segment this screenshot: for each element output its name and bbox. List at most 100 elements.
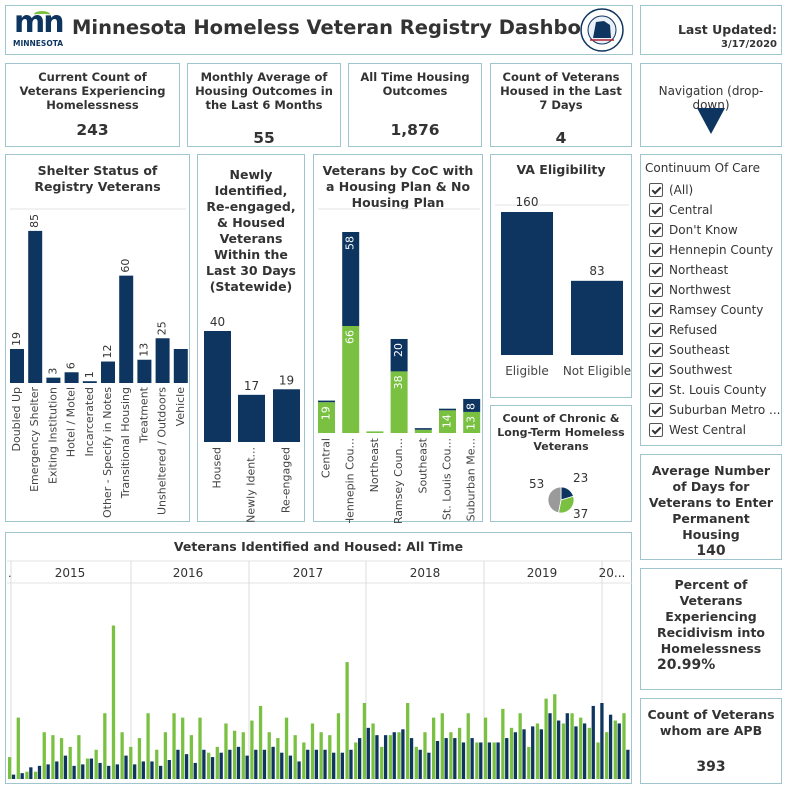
all-time-timeline-chart: . 2015 2016 2017 2018 2019 20...	[7, 560, 632, 779]
checkbox-checked-icon[interactable]	[649, 223, 663, 237]
kpi-title: Current Count of Veterans Experiencing H…	[19, 70, 166, 112]
mdva-seal-icon	[580, 8, 624, 52]
category-label: Ramsey Coun...	[392, 438, 405, 523]
bar-identified	[241, 732, 245, 779]
bar-housed	[539, 729, 543, 779]
kpi-current-count: Current Count of Veterans Experiencing H…	[5, 63, 180, 147]
bar-housed	[184, 754, 189, 779]
bar-identified	[59, 738, 64, 779]
kpi-recidivism-percent: Percent of Veterans Experiencing Recidiv…	[640, 568, 782, 690]
chevron-down-icon[interactable]	[697, 108, 727, 136]
bar-identified	[354, 742, 358, 779]
bar-housed	[409, 738, 414, 779]
checkbox-checked-icon[interactable]	[649, 343, 663, 357]
category-label: Other - Specify in Notes	[101, 387, 114, 518]
checkbox-checked-icon[interactable]	[649, 243, 663, 257]
bar-identified	[111, 625, 116, 779]
filter-title: Continuum Of Care	[645, 161, 760, 175]
bar-housed	[505, 738, 509, 779]
category-label: Suburban Me...	[465, 438, 478, 521]
category-label: Hennepin Cou...	[344, 438, 357, 523]
bar-identified	[492, 742, 496, 779]
bar-identified	[181, 717, 185, 779]
checkbox-checked-icon[interactable]	[649, 363, 663, 377]
bar-housing-plan	[414, 429, 432, 433]
data-label: 14	[441, 414, 454, 428]
data-label: 8	[465, 403, 478, 410]
checkbox-checked-icon[interactable]	[649, 403, 663, 417]
kpi-value: 20.99%	[657, 657, 716, 673]
bar-housed	[531, 726, 535, 779]
logo-wordmark: MINNESOTA	[13, 39, 64, 48]
filter-option-label: Central	[669, 203, 713, 217]
bar-housed	[115, 764, 120, 779]
bar-transitional-housing	[119, 275, 134, 383]
filter-option-label: Northwest	[669, 283, 731, 297]
bar-identified	[207, 752, 211, 779]
bar-housed	[617, 723, 621, 779]
data-label: 19	[10, 332, 23, 346]
kpi-title: Count of Veterans Housed in the Last 7 D…	[500, 70, 622, 112]
category-label: Treatment	[137, 386, 150, 444]
bar-0	[204, 331, 231, 442]
bar-housed	[626, 749, 630, 779]
bar-housed	[435, 741, 440, 779]
kpi-title: Monthly Average of Housing Outcomes in t…	[195, 70, 333, 112]
bar-identified	[414, 746, 418, 779]
pie-label: 37	[573, 507, 588, 521]
navigation-dropdown[interactable]: Navigation (drop-down)	[640, 63, 782, 147]
pie-label: 23	[573, 471, 588, 485]
bar-identified	[431, 717, 436, 779]
checkbox-checked-icon[interactable]	[649, 323, 663, 337]
bar-housed	[202, 749, 206, 779]
year-label: 20...	[599, 566, 626, 580]
bar-housed	[89, 758, 94, 779]
data-label: 160	[516, 195, 539, 209]
data-label: 19	[279, 373, 294, 387]
bar-identified	[215, 746, 219, 779]
bar-identified	[284, 717, 289, 779]
checkbox-checked-icon[interactable]	[649, 383, 663, 397]
checkbox-checked-icon[interactable]	[649, 183, 663, 197]
bar-identified	[16, 717, 20, 779]
bar-identified	[605, 732, 609, 779]
bar-housed	[591, 705, 595, 779]
data-label: 1	[83, 371, 96, 378]
kpi-value: 243	[76, 121, 109, 139]
continuum-of-care-filter: Continuum Of Care (All) Central Don't Know…	[640, 154, 782, 446]
checkbox-checked-icon[interactable]	[649, 423, 663, 437]
bar-housed	[401, 729, 405, 779]
bar-housed	[487, 742, 492, 779]
last-30-days-chart: 40 Housed 17 Newly Ident... 19 Re-engaged	[204, 315, 300, 523]
bar-housed	[314, 749, 319, 779]
checkbox-checked-icon[interactable]	[649, 303, 663, 317]
bar-housed	[280, 752, 284, 779]
bar-housed	[444, 738, 448, 779]
category-label: Housed	[211, 447, 224, 488]
filter-option-label: (All)	[669, 183, 694, 197]
bar-emergency-shelter	[28, 230, 43, 383]
bar-unsheltered-outdoors	[155, 338, 170, 383]
checkbox-checked-icon[interactable]	[649, 203, 663, 217]
bar-housed	[427, 752, 431, 779]
bar-identified	[388, 735, 393, 779]
checkbox-checked-icon[interactable]	[649, 263, 663, 277]
bar-housed	[461, 742, 466, 779]
filter-option-label: Don't Know	[669, 223, 738, 237]
bar-housed	[271, 746, 275, 779]
bar-identified	[527, 746, 531, 779]
bar-identified	[397, 732, 401, 779]
bar-housed	[608, 714, 613, 779]
kpi-all-time-outcomes: All Time Housing Outcomes 1,876	[348, 63, 482, 147]
filter-option-label: Southeast	[669, 343, 730, 357]
header-bar: mn MINNESOTA Minnesota Homeless Veteran …	[5, 5, 633, 55]
bar-identified	[129, 746, 133, 779]
page-title: Minnesota Homeless Veteran Registry Dash…	[72, 16, 618, 39]
bar-identified	[302, 742, 306, 779]
bar-identified	[68, 746, 72, 779]
bar-housed	[349, 749, 353, 779]
checkbox-checked-icon[interactable]	[649, 283, 663, 297]
data-label: 12	[101, 345, 114, 359]
bar-housed	[193, 762, 197, 779]
bar-hotel-motel	[64, 372, 79, 383]
